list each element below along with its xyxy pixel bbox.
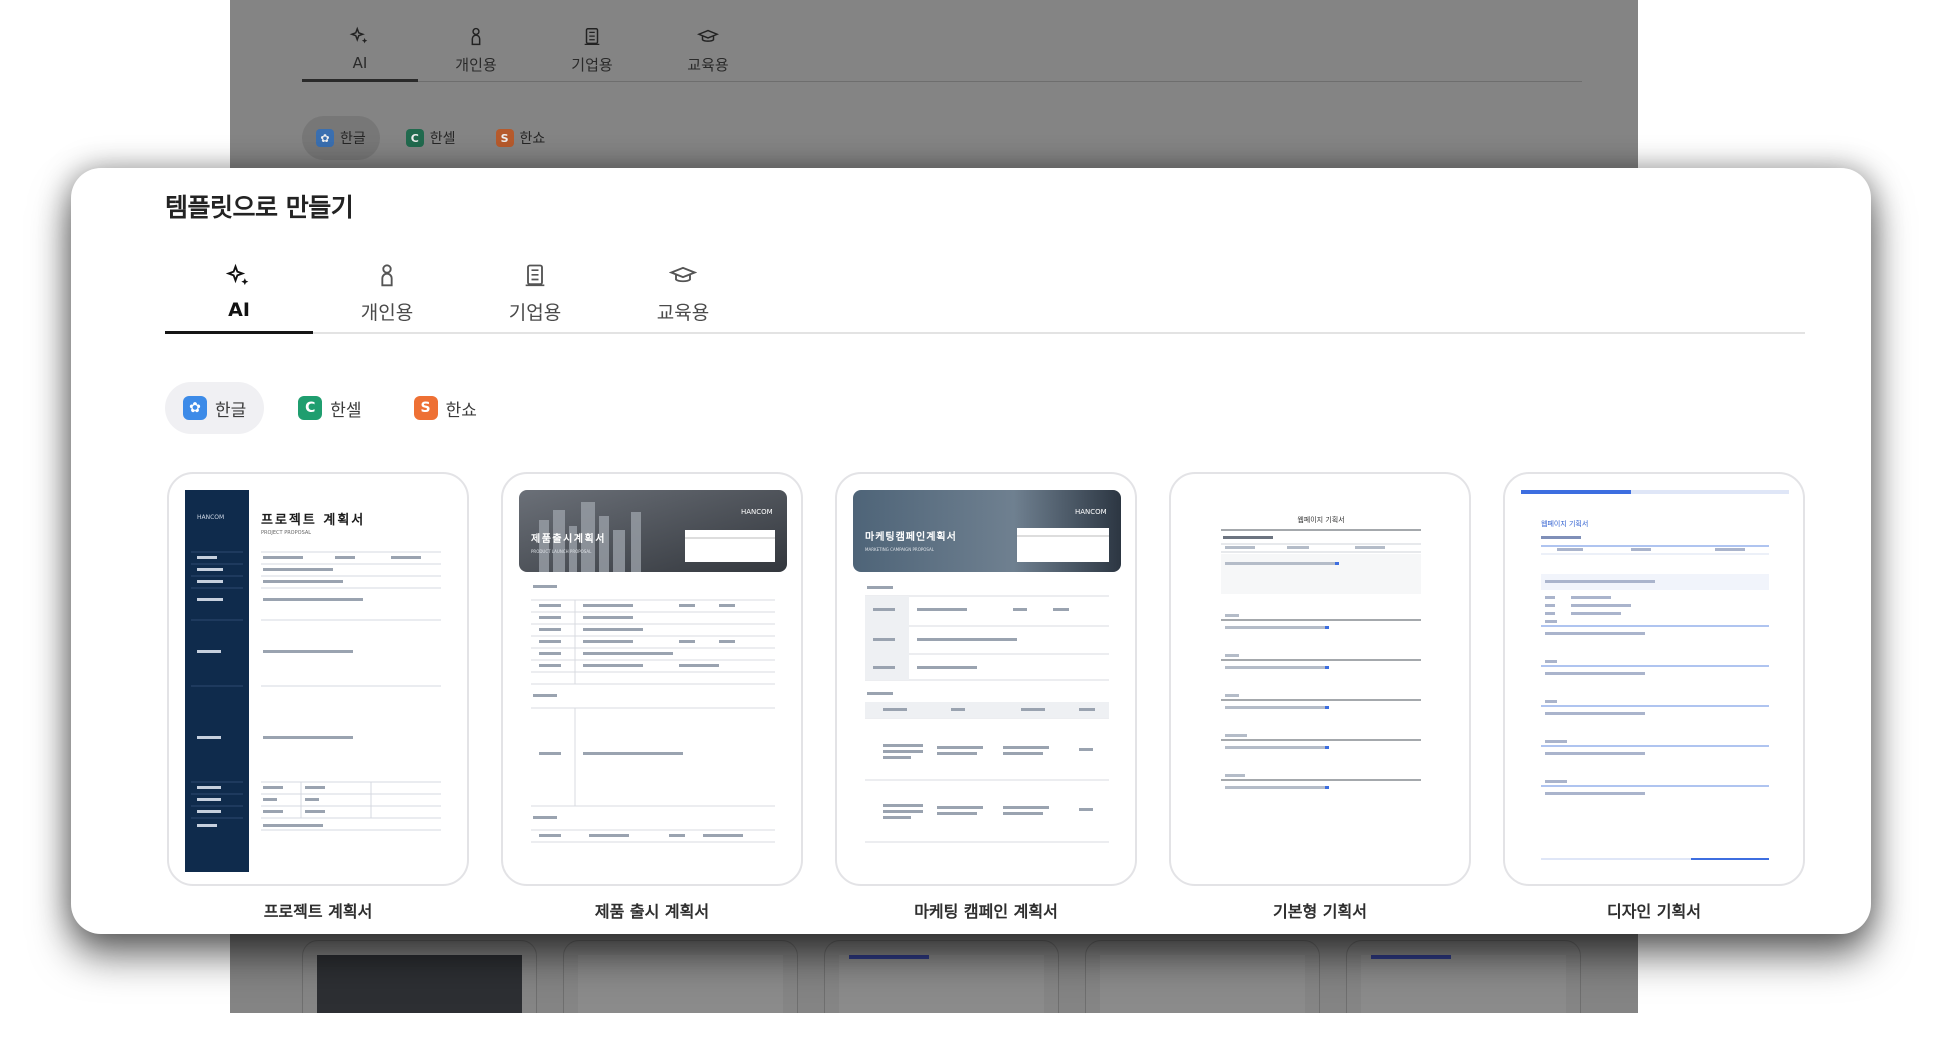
template-thumbnail: 제품출시계획서 PRODUCT LAUNCH PROPOSAL HANCOM bbox=[501, 472, 803, 886]
doc-title: 프로젝트 계획서 bbox=[261, 512, 365, 528]
background-tab-label: 교육용 bbox=[687, 55, 729, 74]
tab-ai[interactable]: AI bbox=[165, 252, 313, 334]
person-icon bbox=[381, 263, 393, 286]
tab-business[interactable]: 기업용 bbox=[461, 252, 609, 334]
building-icon bbox=[525, 264, 545, 286]
graduation-cap-icon bbox=[669, 266, 697, 282]
template-title: 제품 출시 계획서 bbox=[594, 902, 710, 921]
brand-logo: HANCOM bbox=[741, 508, 773, 516]
screen: AI 개인용 기업용 교육용 ✿ 한글 C 한셀 S 한쇼 템플릿으로 만들기 … bbox=[0, 0, 1942, 1047]
background-app-hancell: C 한셀 bbox=[392, 116, 470, 160]
app-filter-hanshow[interactable]: S 한쇼 bbox=[396, 382, 495, 434]
background-template-row bbox=[302, 940, 1581, 1013]
hanshow-app-icon: S bbox=[495, 129, 514, 147]
template-thumbnail: 웹페이지 기획서 bbox=[1169, 472, 1471, 886]
background-app-label: 한셀 bbox=[429, 131, 456, 147]
doc-subtitle: PRODUCT LAUNCH PROPOSAL bbox=[531, 549, 592, 554]
sparkle-icon bbox=[225, 263, 249, 285]
building-icon bbox=[584, 27, 600, 45]
background-app-filter: ✿ 한글 C 한셀 S 한쇼 bbox=[302, 116, 559, 160]
template-card-product-launch[interactable]: 제품출시계획서 PRODUCT LAUNCH PROPOSAL HANCOM 제… bbox=[501, 472, 803, 922]
sparkle-icon bbox=[349, 26, 368, 43]
doc-title: 웹페이지 기획서 bbox=[1541, 519, 1588, 528]
hancell-app-icon: C bbox=[298, 396, 323, 420]
template-thumbnail: HANCOM 프로젝트 계획서 PROJECT PROPOSAL bbox=[167, 472, 469, 886]
template-title: 기본형 기획서 bbox=[1273, 902, 1367, 921]
person-icon bbox=[471, 27, 481, 45]
doc-title: 웹페이지 기획서 bbox=[1297, 515, 1344, 524]
design-plan-preview: 웹페이지 기획서 bbox=[1521, 490, 1789, 860]
app-filter-hangul[interactable]: ✿ 한글 bbox=[165, 382, 265, 434]
hancell-app-icon: C bbox=[405, 129, 424, 147]
marketing-campaign-preview: 마케팅캠페인계획서 MARKETING CAMPAIGN PROPOSAL HA… bbox=[853, 490, 1121, 843]
template-title: 마케팅 캠페인 계획서 bbox=[914, 902, 1058, 921]
template-card-marketing-campaign[interactable]: 마케팅캠페인계획서 MARKETING CAMPAIGN PROPOSAL HA… bbox=[835, 472, 1137, 922]
background-app-label: 한쇼 bbox=[519, 131, 546, 147]
hanshow-app-icon: S bbox=[413, 396, 438, 420]
background-tab-ai: AI bbox=[302, 18, 418, 82]
background-tab-education: 교육용 bbox=[650, 18, 766, 82]
template-card-design-plan[interactable]: 웹페이지 기획서 디자인 기획서 bbox=[1503, 472, 1805, 922]
doc-subtitle: MARKETING CAMPAIGN PROPOSAL bbox=[865, 547, 935, 552]
app-filter-label: 한셀 bbox=[330, 400, 362, 421]
project-plan-preview: HANCOM 프로젝트 계획서 PROJECT PROPOSAL bbox=[185, 490, 441, 872]
background-tab-label: 기업용 bbox=[571, 55, 613, 74]
tab-label: 개인용 bbox=[360, 301, 414, 324]
template-grid: HANCOM 프로젝트 계획서 PROJECT PROPOSAL 프로젝트 계획… bbox=[167, 472, 1805, 922]
background-template-card bbox=[563, 940, 798, 1013]
tab-education[interactable]: 교육용 bbox=[609, 252, 757, 334]
template-card-basic-plan[interactable]: 웹페이지 기획서 기본형 기획서 bbox=[1169, 472, 1471, 922]
template-modal: 템플릿으로 만들기 AI 개인용 기업용 교육용 ✿ 한글 C 한셀 S 한쇼 … bbox=[71, 168, 1871, 934]
background-app-label: 한글 bbox=[340, 131, 366, 147]
doc-subtitle: PROJECT PROPOSAL bbox=[261, 530, 311, 536]
brand-logo: HANCOM bbox=[197, 514, 224, 521]
background-template-card bbox=[824, 940, 1059, 1013]
template-card-project-plan[interactable]: HANCOM 프로젝트 계획서 PROJECT PROPOSAL 프로젝트 계획… bbox=[167, 472, 469, 922]
template-thumbnail: 웹페이지 기획서 bbox=[1503, 472, 1805, 886]
app-filter: ✿ 한글 C 한셀 S 한쇼 bbox=[165, 382, 495, 434]
hangul-app-icon: ✿ bbox=[316, 129, 334, 147]
background-tab-label: AI bbox=[352, 53, 368, 72]
basic-plan-preview: 웹페이지 기획서 bbox=[1221, 515, 1421, 789]
doc-title: 제품출시계획서 bbox=[531, 532, 606, 545]
tab-label: 기업용 bbox=[508, 301, 562, 324]
category-tab-bar: AI 개인용 기업용 교육용 bbox=[165, 252, 1805, 334]
tab-label: 교육용 bbox=[656, 301, 710, 324]
modal-title: 템플릿으로 만들기 bbox=[165, 193, 354, 222]
tab-label: AI bbox=[228, 298, 250, 321]
doc-title: 마케팅캠페인계획서 bbox=[865, 530, 957, 543]
background-app-hangul: ✿ 한글 bbox=[302, 116, 380, 160]
background-tab-personal: 개인용 bbox=[418, 18, 534, 82]
template-thumbnail: 마케팅캠페인계획서 MARKETING CAMPAIGN PROPOSAL HA… bbox=[835, 472, 1137, 886]
background-tab-bar: AI 개인용 기업용 교육용 bbox=[302, 18, 1582, 82]
product-launch-preview: 제품출시계획서 PRODUCT LAUNCH PROPOSAL HANCOM bbox=[519, 490, 787, 843]
background-template-card bbox=[1085, 940, 1320, 1013]
background-template-card bbox=[1346, 940, 1581, 1013]
hangul-app-icon: ✿ bbox=[183, 396, 207, 420]
background-tab-label: 개인용 bbox=[455, 55, 497, 74]
app-filter-label: 한글 bbox=[215, 400, 247, 421]
template-title: 프로젝트 계획서 bbox=[263, 902, 373, 921]
background-app-hanshow: S 한쇼 bbox=[482, 116, 560, 160]
app-filter-hancell[interactable]: C 한셀 bbox=[280, 382, 379, 434]
app-filter-label: 한쇼 bbox=[445, 400, 477, 421]
background-template-card bbox=[302, 940, 537, 1013]
graduation-cap-icon bbox=[697, 29, 719, 42]
brand-logo: HANCOM bbox=[1075, 508, 1107, 516]
template-title: 디자인 기획서 bbox=[1607, 902, 1701, 921]
tab-personal[interactable]: 개인용 bbox=[313, 252, 461, 334]
background-tab-business: 기업용 bbox=[534, 18, 650, 82]
